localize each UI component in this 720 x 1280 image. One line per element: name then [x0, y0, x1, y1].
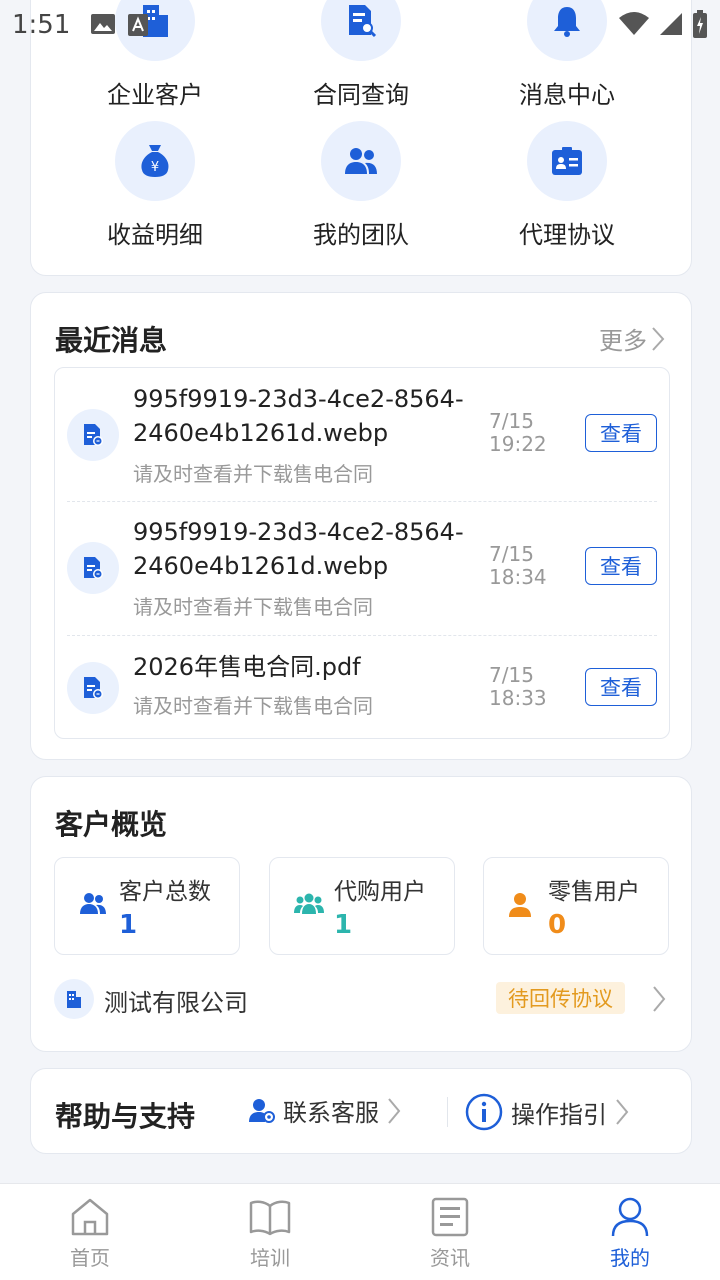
- contact-support-link[interactable]: 联系客服: [249, 1093, 401, 1128]
- status-bar: 1:51: [0, 0, 720, 50]
- nav-label: 资讯: [430, 1246, 470, 1270]
- section-title: 帮助与支持: [55, 1100, 196, 1133]
- building-icon: [67, 991, 81, 1008]
- id-card-icon: [552, 147, 582, 175]
- home-icon: [71, 1198, 109, 1236]
- customer-overview-card: 客户概览 客户总数 1 代购用户 1 零售用户 0 测试有限公司 待回传协议: [30, 776, 692, 1052]
- money-bag-icon: ¥: [141, 145, 169, 177]
- grid-label: 代理协议: [519, 221, 615, 249]
- message-subtitle: 请及时查看并下载售电合同: [133, 462, 373, 486]
- message-title: 2026年售电合同.pdf: [133, 653, 361, 681]
- stat-value: 0: [548, 910, 567, 940]
- chevron-right-icon: [616, 1099, 629, 1125]
- status-badge: 待回传协议: [496, 982, 625, 1014]
- battery-icon: [693, 10, 707, 38]
- divider: [447, 1097, 448, 1127]
- nav-item-home[interactable]: 首页: [30, 1196, 150, 1271]
- bottom-nav: 首页 培训 资讯 我的: [0, 1183, 720, 1280]
- message-title: 995f9919-23d3-4ce2-8564-2460e4b1261d.web…: [133, 518, 464, 580]
- team-icon: [345, 148, 377, 174]
- info-icon: [465, 1093, 503, 1131]
- chevron-right-icon: [652, 326, 665, 351]
- chevron-right-icon: [388, 1097, 401, 1124]
- section-title: 最近消息: [55, 324, 168, 357]
- contract-file-icon: [84, 557, 103, 579]
- view-button[interactable]: 查看: [585, 547, 657, 585]
- grid-label: 合同查询: [313, 81, 409, 109]
- person-icon: [509, 893, 531, 917]
- app-notification-icon: [128, 14, 148, 36]
- customer-service-icon: [249, 1098, 275, 1123]
- company-row[interactable]: 测试有限公司 待回传协议: [54, 977, 670, 1021]
- contact-label: 联系客服: [283, 1099, 379, 1127]
- message-timestamp: 7/15 18:33: [489, 663, 547, 710]
- nav-item-mine[interactable]: 我的: [570, 1196, 690, 1271]
- status-time: 1:51: [12, 10, 71, 40]
- svg-text:¥: ¥: [151, 160, 159, 175]
- message-list: 995f9919-23d3-4ce2-8564-2460e4b1261d.web…: [54, 367, 670, 739]
- message-subtitle: 请及时查看并下载售电合同: [133, 595, 373, 619]
- message-timestamp: 7/15 19:22: [489, 409, 547, 456]
- image-notification-icon: [91, 14, 115, 34]
- grid-label: 消息中心: [519, 81, 615, 109]
- stat-purchasing-users[interactable]: 代购用户 1: [269, 857, 455, 955]
- customers-icon: [80, 893, 106, 914]
- contract-file-icon: [84, 424, 103, 446]
- wifi-icon: [619, 12, 649, 35]
- grid-label: 我的团队: [313, 221, 409, 249]
- stat-value: 1: [119, 910, 138, 940]
- signal-icon: [660, 13, 682, 35]
- stat-value: 1: [334, 910, 353, 940]
- grid-label: 企业客户: [107, 81, 203, 109]
- user-icon: [611, 1197, 649, 1237]
- stat-label: 客户总数: [119, 879, 211, 905]
- nav-item-news[interactable]: 资讯: [390, 1196, 510, 1271]
- group-icon: [294, 893, 324, 914]
- stat-retail-users[interactable]: 零售用户 0: [483, 857, 669, 955]
- nav-label: 培训: [250, 1246, 290, 1270]
- help-support-card: 帮助与支持 联系客服 操作指引: [30, 1068, 692, 1154]
- more-link[interactable]: 更多: [599, 321, 665, 356]
- company-name: 测试有限公司: [104, 989, 248, 1017]
- list-item[interactable]: 995f9919-23d3-4ce2-8564-2460e4b1261d.web…: [67, 382, 657, 500]
- grid-label: 收益明细: [107, 221, 203, 249]
- view-button[interactable]: 查看: [585, 668, 657, 706]
- grid-item-my-team[interactable]: 我的团队: [261, 121, 461, 250]
- contract-file-icon: [84, 677, 103, 699]
- divider: [67, 501, 657, 502]
- message-subtitle: 请及时查看并下载售电合同: [133, 694, 373, 718]
- newspaper-icon: [431, 1197, 469, 1237]
- recent-messages-card: 最近消息 更多 995f9919-23d3-4ce2-8564-2460e4b1…: [30, 292, 692, 760]
- stat-label: 代购用户: [334, 879, 426, 905]
- grid-item-agency-agreement[interactable]: 代理协议: [467, 121, 667, 250]
- nav-label: 首页: [70, 1246, 110, 1270]
- divider: [67, 635, 657, 636]
- chevron-right-icon: [653, 986, 666, 1012]
- list-item[interactable]: 995f9919-23d3-4ce2-8564-2460e4b1261d.web…: [67, 515, 657, 633]
- nav-item-training[interactable]: 培训: [210, 1196, 330, 1271]
- operation-guide-link[interactable]: 操作指引: [465, 1093, 629, 1131]
- grid-item-earnings-detail[interactable]: ¥ 收益明细: [55, 121, 255, 250]
- nav-label: 我的: [610, 1246, 650, 1270]
- guide-label: 操作指引: [511, 1100, 607, 1129]
- view-button[interactable]: 查看: [585, 414, 657, 452]
- book-icon: [249, 1200, 291, 1236]
- stat-total-customers[interactable]: 客户总数 1: [54, 857, 240, 955]
- more-label: 更多: [599, 327, 647, 355]
- stat-label: 零售用户: [548, 879, 640, 905]
- section-title: 客户概览: [55, 808, 168, 841]
- message-title: 995f9919-23d3-4ce2-8564-2460e4b1261d.web…: [133, 385, 464, 447]
- message-timestamp: 7/15 18:34: [489, 542, 547, 589]
- list-item[interactable]: 2026年售电合同.pdf 请及时查看并下载售电合同 7/15 18:33 查看: [67, 650, 657, 730]
